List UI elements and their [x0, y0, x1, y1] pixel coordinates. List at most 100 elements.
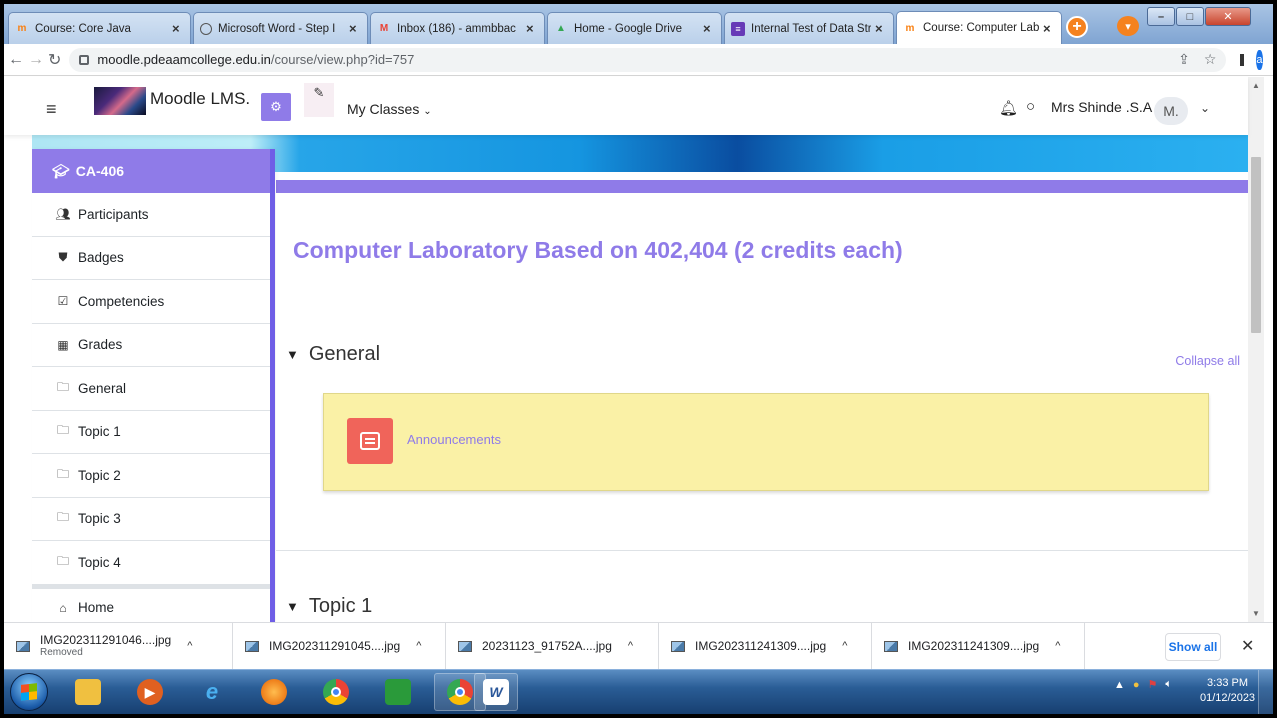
- close-icon[interactable]: ×: [875, 21, 887, 36]
- nav-item-grades[interactable]: ▦ Grades: [32, 323, 270, 367]
- activity-card: Announcements: [323, 393, 1209, 491]
- avatar[interactable]: M.: [1154, 97, 1188, 125]
- maximize-button[interactable]: □: [1176, 7, 1204, 26]
- chevron-up-icon[interactable]: ^: [842, 640, 847, 652]
- bell-icon[interactable]: 🔔︎: [999, 99, 1018, 117]
- site-header: ≡ Moodle LMS. ⚙ ✎ My Classes ⌄ 🔔︎ ○ Mrs …: [4, 77, 1248, 135]
- scroll-down-icon[interactable]: ▼: [1252, 609, 1260, 618]
- reload-icon[interactable]: ↻: [48, 50, 61, 70]
- url-input[interactable]: moodle.pdeaamcollege.edu.in/course/view.…: [69, 47, 1227, 72]
- nav-item-topic-4[interactable]: 🗀 Topic 4: [32, 541, 270, 585]
- chevron-down-icon: ▼: [286, 347, 299, 362]
- nav-item-topic-2[interactable]: 🗀 Topic 2: [32, 454, 270, 498]
- nav-item-label: Topic 1: [78, 424, 121, 440]
- nav-item-participants[interactable]: 👥︎ Participants: [32, 193, 270, 237]
- collapse-all-link[interactable]: Collapse all: [1175, 354, 1240, 368]
- side-panel-icon[interactable]: [1240, 53, 1245, 66]
- my-classes-menu[interactable]: My Classes ⌄: [347, 101, 432, 117]
- announcements-link[interactable]: Announcements: [407, 432, 501, 447]
- action-center-icon[interactable]: ⚑: [1148, 678, 1158, 691]
- tab-core-java[interactable]: m Course: Core Java ×: [8, 12, 191, 44]
- tab-internal-test[interactable]: ≡ Internal Test of Data Str ×: [724, 12, 894, 44]
- image-file-icon: [245, 640, 259, 652]
- nav-item-label: Topic 4: [78, 554, 121, 570]
- minimize-button[interactable]: –: [1147, 7, 1175, 26]
- taskbar-media-player[interactable]: ▶: [124, 673, 176, 711]
- tab-google-drive[interactable]: ▲ Home - Google Drive ×: [547, 12, 722, 44]
- url-host: moodle.pdeaamcollege.edu.in: [97, 52, 271, 67]
- home-icon: ⌂: [59, 600, 67, 615]
- volume-icon[interactable]: 🔈︎: [1165, 678, 1172, 691]
- edit-mode-button[interactable]: ✎: [304, 83, 334, 117]
- tab-computer-lab[interactable]: m Course: Computer Labo ×: [896, 11, 1062, 44]
- nav-item-general[interactable]: 🗀 General: [32, 367, 270, 411]
- close-icon[interactable]: ×: [1043, 21, 1055, 36]
- moodle-icon: m: [905, 22, 915, 34]
- section-divider: [276, 550, 1248, 551]
- page-scrollbar[interactable]: ▲ ▼: [1248, 77, 1264, 622]
- nav-item-home[interactable]: ⌂ Home: [32, 584, 270, 623]
- clock[interactable]: 3:33 PM 01/12/2023: [1200, 676, 1255, 706]
- close-icon[interactable]: ✕: [1241, 636, 1254, 656]
- forum-icon[interactable]: [347, 418, 393, 464]
- site-logo[interactable]: [94, 87, 146, 115]
- window-close-button[interactable]: ✕: [1205, 7, 1251, 26]
- tab-inbox[interactable]: M Inbox (186) - ammbbac ×: [370, 12, 545, 44]
- nav-item-topic-1[interactable]: 🗀 Topic 1: [32, 410, 270, 454]
- start-button[interactable]: [10, 673, 48, 711]
- taskbar-firefox[interactable]: [248, 673, 300, 711]
- bookmark-star-icon[interactable]: ☆: [1204, 51, 1217, 68]
- section-topic-1-toggle[interactable]: ▼ Topic 1: [286, 595, 372, 618]
- download-item[interactable]: IMG202311291045....jpg ^: [233, 622, 446, 670]
- course-nav-header[interactable]: 🎓︎ CA-406: [32, 149, 270, 193]
- network-status-icon[interactable]: ●: [1133, 679, 1140, 691]
- taskbar-chrome[interactable]: [310, 673, 362, 711]
- edit-icon: ✎: [313, 85, 325, 100]
- chat-icon[interactable]: ○: [1026, 98, 1035, 115]
- page-gutter: [4, 135, 32, 623]
- tray-expand-icon[interactable]: ▲: [1114, 679, 1125, 691]
- scrollbar-thumb[interactable]: [1251, 157, 1261, 333]
- site-name[interactable]: Moodle LMS.: [150, 89, 250, 109]
- close-icon[interactable]: ×: [703, 21, 715, 36]
- folder-icon: 🗀: [56, 553, 69, 568]
- clock-time: 3:33 PM: [1207, 677, 1249, 689]
- download-item[interactable]: IMG202311241309....jpg ^: [872, 622, 1085, 670]
- folder-icon: 🗀: [56, 466, 69, 481]
- taskbar-explorer[interactable]: [62, 673, 114, 711]
- taskbar-network-app[interactable]: [372, 673, 424, 711]
- chevron-up-icon[interactable]: ^: [187, 640, 192, 652]
- chevron-up-icon[interactable]: ^: [416, 640, 421, 652]
- tab-search-icon[interactable]: ▾: [1117, 16, 1139, 36]
- nav-item-competencies[interactable]: ☑ Competencies: [32, 280, 270, 324]
- tab-word[interactable]: Microsoft Word - Step I ×: [193, 12, 368, 44]
- browser-window: m Course: Core Java × Microsoft Word - S…: [4, 4, 1273, 714]
- show-all-button[interactable]: Show all: [1165, 633, 1221, 661]
- new-tab-button[interactable]: +: [1066, 16, 1088, 38]
- share-icon[interactable]: ⇪: [1178, 51, 1190, 68]
- taskbar-word[interactable]: W: [474, 673, 518, 711]
- nav-item-topic-3[interactable]: 🗀 Topic 3: [32, 497, 270, 541]
- download-item[interactable]: IMG202311291046....jpg Removed ^: [4, 622, 233, 670]
- user-name[interactable]: Mrs Shinde .S.A: [1051, 99, 1152, 115]
- back-icon[interactable]: ←: [8, 51, 24, 69]
- profile-avatar[interactable]: a: [1256, 49, 1263, 70]
- download-item[interactable]: IMG202311241309....jpg ^: [659, 622, 872, 670]
- section-general-toggle[interactable]: ▼ General: [286, 343, 380, 366]
- chevron-up-icon[interactable]: ^: [628, 640, 633, 652]
- close-icon[interactable]: ×: [349, 21, 361, 36]
- close-icon[interactable]: ×: [172, 21, 184, 36]
- internet-explorer-icon: e: [205, 679, 219, 704]
- taskbar-internet-explorer[interactable]: e: [186, 673, 238, 711]
- chevron-down-icon[interactable]: ⌄: [1200, 101, 1210, 115]
- nav-item-badges[interactable]: ⛊ Badges: [32, 236, 270, 280]
- show-desktop-button[interactable]: [1258, 670, 1273, 714]
- admin-settings-button[interactable]: ⚙: [261, 93, 291, 121]
- scroll-up-icon[interactable]: ▲: [1252, 81, 1260, 90]
- forward-icon[interactable]: →: [28, 51, 44, 69]
- hamburger-menu-icon[interactable]: ≡: [46, 99, 57, 120]
- download-name: IMG202311241309....jpg: [695, 638, 827, 653]
- chevron-up-icon[interactable]: ^: [1055, 640, 1060, 652]
- close-icon[interactable]: ×: [526, 21, 538, 36]
- download-item[interactable]: 20231123_91752A....jpg ^: [446, 622, 659, 670]
